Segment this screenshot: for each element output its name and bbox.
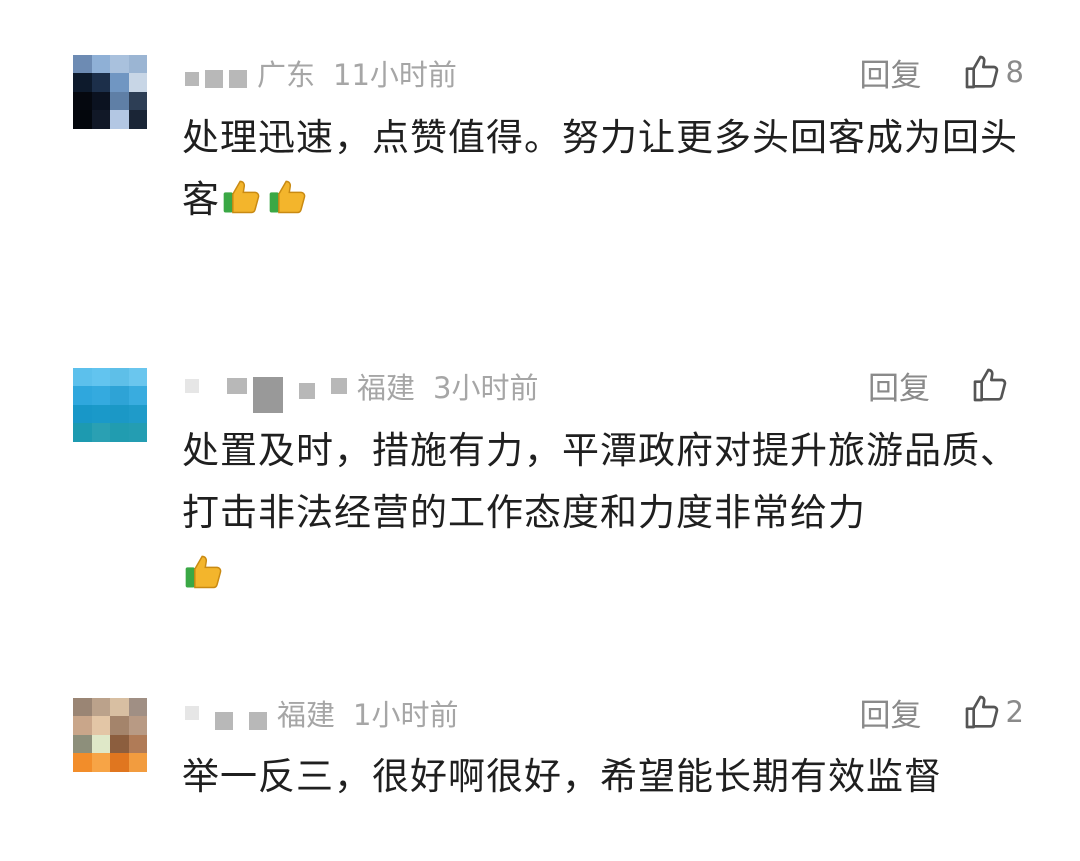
username-redacted <box>185 72 199 86</box>
comment-meta: 广东 11小时前 <box>185 53 457 93</box>
username-redacted <box>229 70 247 88</box>
username-redacted <box>185 379 199 393</box>
thumbs-up-outline-icon <box>965 55 998 89</box>
comment-actions: 回复 8 <box>860 50 1024 94</box>
comment-body: 举一反三，很好啊很好，希望能长期有效监督 <box>182 755 942 798</box>
timestamp: 11小时前 <box>333 58 457 92</box>
like-button[interactable] <box>970 365 1024 405</box>
like-button[interactable]: 2 <box>962 692 1024 732</box>
location: 福建 <box>277 698 336 732</box>
avatar[interactable] <box>73 55 147 147</box>
reply-button[interactable]: 回复 <box>860 690 922 735</box>
comment-body: 处置及时，措施有力，平潭政府对提升旅游品质、打击非法经营的工作态度和力度非常给力 <box>182 429 1018 534</box>
username-redacted <box>299 383 315 399</box>
location: 广东 <box>257 58 316 92</box>
username-redacted <box>185 706 199 720</box>
avatar[interactable] <box>73 368 147 460</box>
like-count: 8 <box>1005 55 1024 89</box>
comment-text: 处理迅速，点赞值得。努力让更多头回客成为回头客 <box>182 107 1032 231</box>
timestamp: 3小时前 <box>433 371 539 405</box>
comment-text: 处置及时，措施有力，平潭政府对提升旅游品质、打击非法经营的工作态度和力度非常给力 <box>182 420 1032 606</box>
thumbs-up-emoji-icon <box>266 174 310 218</box>
username-redacted <box>331 378 347 394</box>
timestamp: 1小时前 <box>353 698 459 732</box>
username-redacted <box>253 377 283 413</box>
like-button[interactable]: 8 <box>962 52 1024 92</box>
location: 福建 <box>357 371 416 405</box>
comment-actions: 回复 <box>868 363 1024 407</box>
reply-button[interactable]: 回复 <box>868 363 930 408</box>
thumbs-up-emoji-icon <box>220 174 264 218</box>
like-count: 2 <box>1005 695 1024 729</box>
thumbs-up-emoji-icon <box>182 549 226 593</box>
username-redacted <box>227 378 247 394</box>
comment-text: 举一反三，很好啊很好，希望能长期有效监督 <box>182 746 1032 808</box>
comment-meta: 福建 3小时前 <box>185 366 539 413</box>
avatar[interactable] <box>73 698 147 790</box>
comment-actions: 回复 2 <box>860 690 1024 734</box>
comment-meta: 福建 1小时前 <box>185 693 458 733</box>
username-redacted <box>215 712 233 730</box>
username-redacted <box>205 70 223 88</box>
thumbs-up-outline-icon <box>965 695 998 729</box>
reply-button[interactable]: 回复 <box>860 50 922 95</box>
thumbs-up-outline-icon <box>973 368 1007 402</box>
username-redacted <box>249 712 267 730</box>
